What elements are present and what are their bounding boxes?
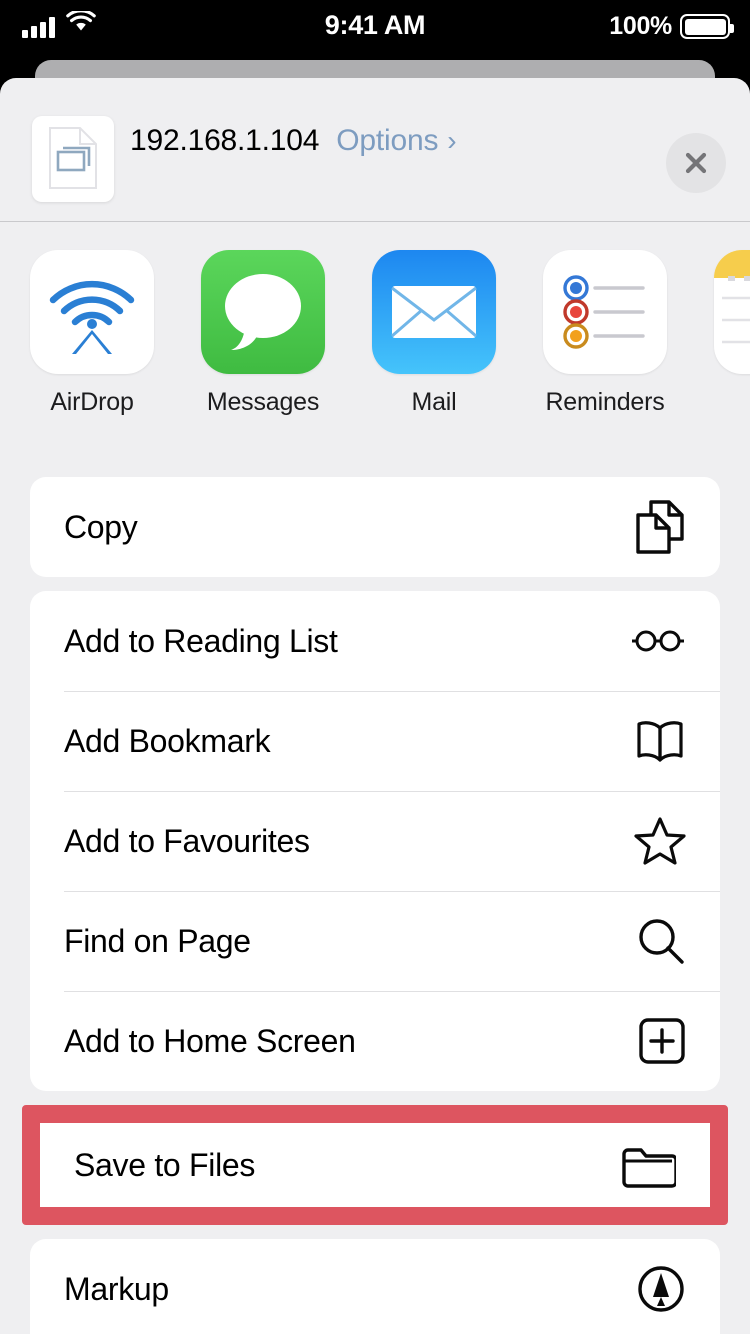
magnifier-icon xyxy=(630,916,686,966)
glasses-icon xyxy=(630,626,686,656)
highlight-annotation: Save to Files xyxy=(22,1105,728,1225)
action-label: Markup xyxy=(64,1270,169,1307)
share-sheet: 192.168.1.104 Options › AirDrop Messages… xyxy=(0,78,750,1334)
action-label: Add to Favourites xyxy=(64,822,310,859)
action-row-add-to-home-screen[interactable]: Add to Home Screen xyxy=(30,991,720,1091)
action-row-save-to-files[interactable]: Save to Files xyxy=(40,1123,710,1207)
action-label: Add to Reading List xyxy=(64,622,338,659)
action-label: Find on Page xyxy=(64,922,251,959)
share-target-notes[interactable] xyxy=(714,250,750,388)
close-icon xyxy=(685,152,707,174)
action-label: Add to Home Screen xyxy=(64,1022,356,1059)
airdrop-icon xyxy=(30,250,154,374)
options-button[interactable]: Options › xyxy=(336,124,456,158)
status-bar-right: 100% xyxy=(609,12,734,41)
share-sheet-header: 192.168.1.104 Options › xyxy=(0,78,750,222)
reminders-icon xyxy=(543,250,667,374)
open-book-icon xyxy=(630,718,686,764)
action-row-markup[interactable]: Markup xyxy=(30,1239,720,1334)
chevron-right-icon: › xyxy=(447,125,457,156)
action-label: Copy xyxy=(64,508,138,545)
action-group-main: Add to Reading List Add Bookmark Add to … xyxy=(30,591,720,1091)
share-target-reminders[interactable]: Reminders xyxy=(543,250,667,417)
share-target-mail[interactable]: Mail xyxy=(372,250,496,417)
notes-icon xyxy=(714,250,750,374)
plus-square-icon xyxy=(630,1017,686,1065)
action-label: Save to Files xyxy=(74,1146,256,1183)
battery-full-icon xyxy=(680,14,734,39)
share-target-label: Mail xyxy=(411,388,457,416)
action-label: Add Bookmark xyxy=(64,722,271,759)
action-row-copy[interactable]: Copy xyxy=(30,477,720,577)
share-apps-row: AirDrop Messages Mail Reminders xyxy=(0,222,750,437)
mail-icon xyxy=(372,250,496,374)
battery-percent-label: 100% xyxy=(609,12,672,40)
action-group-tools: Markup Print xyxy=(30,1239,720,1334)
share-target-label: AirDrop xyxy=(50,388,134,416)
status-bar: 9:41 AM 100% xyxy=(0,0,750,56)
share-target-airdrop[interactable]: AirDrop xyxy=(30,250,154,417)
action-group-copy: Copy xyxy=(30,477,720,577)
markup-pen-icon xyxy=(630,1264,686,1314)
folder-icon xyxy=(620,1142,676,1188)
star-outline-icon xyxy=(630,816,686,866)
action-row-find-on-page[interactable]: Find on Page xyxy=(30,891,720,991)
messages-icon xyxy=(201,250,325,374)
share-sheet-subject: 192.168.1.104 Options › xyxy=(130,124,457,158)
share-target-messages[interactable]: Messages xyxy=(201,250,325,417)
document-thumbnail-icon xyxy=(32,116,114,202)
close-button[interactable] xyxy=(666,133,726,193)
options-label: Options xyxy=(336,124,439,157)
action-row-add-bookmark[interactable]: Add Bookmark xyxy=(30,691,720,791)
action-row-add-to-favourites[interactable]: Add to Favourites xyxy=(30,791,720,891)
action-row-add-to-reading-list[interactable]: Add to Reading List xyxy=(30,591,720,691)
page-title: 192.168.1.104 xyxy=(130,124,320,157)
copy-documents-icon xyxy=(630,498,686,556)
share-target-label: Reminders xyxy=(545,388,665,416)
share-target-label: Messages xyxy=(206,388,320,416)
